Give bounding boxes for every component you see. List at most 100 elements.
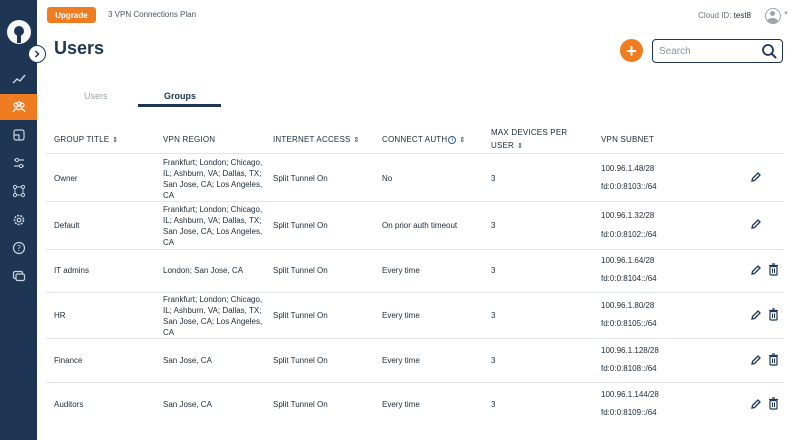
info-icon[interactable]: i xyxy=(448,135,457,144)
trash-icon[interactable] xyxy=(768,353,779,366)
group-title: HR xyxy=(54,311,66,320)
connect-auth: Every time xyxy=(382,400,420,409)
column-header-internet-access[interactable]: INTERNET ACCESS ⇕ xyxy=(273,133,360,147)
connect-auth: Every time xyxy=(382,356,420,365)
column-header-group-title[interactable]: GROUP TITLE ⇕ xyxy=(54,133,118,147)
group-title: Owner xyxy=(54,174,78,183)
internet-access: Split Tunnel On xyxy=(273,400,328,409)
internet-access: Split Tunnel On xyxy=(273,266,328,275)
column-header-vpn-region: VPN REGION xyxy=(163,135,216,144)
cloud-id: Cloud ID: test8 xyxy=(698,11,751,20)
edit-icon[interactable] xyxy=(750,171,762,183)
tab-groups[interactable]: Groups xyxy=(164,91,196,101)
sidebar-collapse-button[interactable] xyxy=(28,45,46,63)
max-devices: 3 xyxy=(491,400,496,409)
vpn-region: Frankfurt; London; Chicago, IL; Ashburn,… xyxy=(163,158,263,200)
sort-icon: ⇕ xyxy=(353,137,360,144)
vpn-region: San Jose, CA xyxy=(163,356,212,365)
plus-icon: + xyxy=(626,40,637,61)
subnet-ipv4: 100.96.1.144/28 xyxy=(601,390,659,399)
max-devices: 3 xyxy=(491,356,496,365)
column-header-connect-auth[interactable]: CONNECT AUTH i ⇕ xyxy=(382,133,465,147)
connect-auth: No xyxy=(382,174,393,183)
group-title: Auditors xyxy=(54,400,84,409)
subnet-ipv6: fd:0:0:8105::/64 xyxy=(601,319,657,328)
sidebar-item-users[interactable] xyxy=(0,94,37,120)
tab-users[interactable]: Users xyxy=(84,91,108,101)
edit-icon[interactable] xyxy=(750,309,762,321)
max-devices: 3 xyxy=(491,311,496,320)
chevron-right-icon xyxy=(34,50,40,58)
edit-icon[interactable] xyxy=(750,264,762,276)
sidebar-item-analytics[interactable] xyxy=(0,66,37,92)
openvpn-logo xyxy=(7,20,31,44)
edit-icon[interactable] xyxy=(750,218,762,230)
trash-icon[interactable] xyxy=(768,263,779,276)
subnet-ipv6: fd:0:0:8102::/64 xyxy=(601,230,657,239)
avatar[interactable] xyxy=(765,8,781,24)
search-input[interactable] xyxy=(659,44,759,58)
support-chat-icon xyxy=(12,270,25,282)
max-devices: 3 xyxy=(491,221,496,230)
internet-access: Split Tunnel On xyxy=(273,356,328,365)
subnet-ipv4: 100.96.1.80/28 xyxy=(601,301,655,310)
search-icon[interactable] xyxy=(761,43,778,60)
page-title: Users xyxy=(54,38,105,58)
sort-icon: ⇕ xyxy=(112,137,119,144)
search-box xyxy=(652,39,783,63)
analytics-icon xyxy=(12,74,26,84)
sidebar-item-network[interactable] xyxy=(0,178,37,204)
group-title: IT admins xyxy=(54,266,89,275)
connect-auth: On prior auth timeout xyxy=(382,221,458,230)
cloud-id-value: test8 xyxy=(733,11,751,20)
subnet-ipv4: 100.96.1.48/28 xyxy=(601,164,655,173)
sidebar: ? xyxy=(0,0,37,440)
plan-label: 3 VPN Connections Plan xyxy=(108,10,197,19)
subnet-ipv6: fd:0:0:8104::/64 xyxy=(601,274,657,283)
sidebar-item-help[interactable]: ? xyxy=(0,235,37,261)
subnet-ipv4: 100.96.1.32/28 xyxy=(601,211,655,220)
help-icon: ? xyxy=(12,241,25,255)
column-header-max-devices[interactable]: MAX DEVICES PER USER ⇕ xyxy=(491,126,567,153)
cloud-id-label: Cloud ID: xyxy=(698,11,732,20)
sidebar-item-access[interactable] xyxy=(0,122,37,148)
subnet-ipv4: 100.96.1.128/28 xyxy=(601,346,659,355)
trash-icon[interactable] xyxy=(768,397,779,410)
group-title: Finance xyxy=(54,356,83,365)
add-group-button[interactable]: + xyxy=(620,39,643,62)
internet-access: Split Tunnel On xyxy=(273,221,328,230)
vpn-region: Frankfurt; London; Chicago, IL; Ashburn,… xyxy=(163,205,263,247)
settings-sliders-icon xyxy=(13,157,24,169)
trash-icon[interactable] xyxy=(768,308,779,321)
subnet-ipv6: fd:0:0:8109::/64 xyxy=(601,408,657,417)
vpn-region: Frankfurt; London; Chicago, IL; Ashburn,… xyxy=(163,295,263,337)
upgrade-button[interactable]: Upgrade xyxy=(47,7,96,23)
table-row xyxy=(46,153,784,201)
edit-icon[interactable] xyxy=(750,398,762,410)
active-tab-indicator xyxy=(138,104,221,107)
vpn-region: London; San Jose, CA xyxy=(163,266,244,275)
sidebar-item-support[interactable] xyxy=(0,263,37,289)
gear-icon xyxy=(13,214,24,226)
subnet-ipv4: 100.96.1.64/28 xyxy=(601,256,655,265)
max-devices: 3 xyxy=(491,174,496,183)
connect-auth: Every time xyxy=(382,266,420,275)
network-icon xyxy=(12,184,25,198)
internet-access: Split Tunnel On xyxy=(273,311,328,320)
max-devices: 3 xyxy=(491,266,496,275)
sidebar-item-configuration[interactable] xyxy=(0,150,37,176)
sort-icon: ⇕ xyxy=(459,137,466,144)
internet-access: Split Tunnel On xyxy=(273,174,328,183)
edit-icon[interactable] xyxy=(750,354,762,366)
chevron-down-icon[interactable]: ▼ xyxy=(783,11,789,17)
vpn-region: San Jose, CA xyxy=(163,400,212,409)
access-icon xyxy=(12,129,25,141)
connect-auth: Every time xyxy=(382,311,420,320)
sidebar-item-settings[interactable] xyxy=(0,207,37,233)
group-title: Default xyxy=(54,221,80,230)
users-icon xyxy=(11,101,26,113)
subnet-ipv6: fd:0:0:8103::/64 xyxy=(601,182,657,191)
subnet-ipv6: fd:0:0:8108::/64 xyxy=(601,364,657,373)
svg-text:?: ? xyxy=(16,244,20,253)
sort-icon: ⇕ xyxy=(517,143,524,150)
